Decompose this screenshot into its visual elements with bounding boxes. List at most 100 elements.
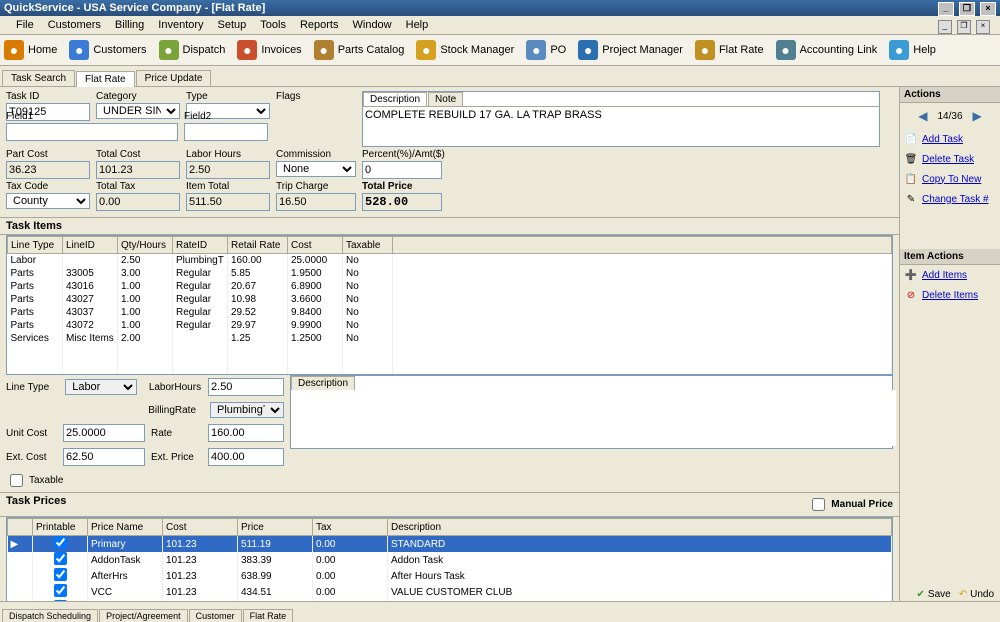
table-row[interactable] bbox=[8, 345, 892, 358]
col-header[interactable]: Tax bbox=[313, 519, 388, 536]
printable-checkbox[interactable] bbox=[54, 552, 67, 565]
change-task-link[interactable]: ✎Change Task # bbox=[900, 189, 1000, 209]
menu-inventory[interactable]: Inventory bbox=[158, 19, 203, 31]
desc-tab[interactable]: Description bbox=[363, 92, 427, 106]
customers-icon: ● bbox=[69, 40, 89, 60]
app-title: QuickService - USA Service Company - [Fl… bbox=[4, 0, 265, 16]
add-items-link[interactable]: ➕Add Items bbox=[900, 265, 1000, 285]
menu-reports[interactable]: Reports bbox=[300, 19, 339, 31]
line-type-select[interactable]: Labor bbox=[65, 379, 137, 395]
printable-checkbox[interactable] bbox=[54, 568, 67, 581]
add-task-link[interactable]: 📄Add Task bbox=[900, 129, 1000, 149]
price-row[interactable]: AddonTask101.23383.390.00Addon Task bbox=[8, 552, 892, 568]
price-row[interactable]: ▶Primary101.23511.190.00STANDARD bbox=[8, 536, 892, 553]
undo-button[interactable]: ↶Undo bbox=[959, 589, 994, 600]
minimize-icon[interactable]: _ bbox=[938, 2, 954, 16]
table-row[interactable]: Labor2.50PlumbingT160.0025.0000No bbox=[8, 254, 892, 268]
toolbar-project-manager[interactable]: ●Project Manager bbox=[578, 40, 683, 60]
tax-code-select[interactable]: County bbox=[6, 193, 90, 209]
delete-items-link[interactable]: ⊘Delete Items bbox=[900, 285, 1000, 305]
toolbar-customers[interactable]: ●Customers bbox=[69, 40, 146, 60]
menu-file[interactable]: File bbox=[16, 19, 34, 31]
close-icon[interactable]: × bbox=[980, 2, 996, 16]
status-tab[interactable]: Flat Rate bbox=[243, 609, 294, 622]
flags-label: Flags bbox=[276, 91, 356, 102]
prev-task-icon[interactable]: ◀ bbox=[918, 109, 927, 123]
col-header[interactable]: Cost bbox=[163, 519, 238, 536]
unit-cost-input[interactable] bbox=[63, 424, 145, 442]
toolbar-help[interactable]: ●Help bbox=[889, 40, 936, 60]
note-tab[interactable]: Note bbox=[428, 92, 463, 106]
table-row[interactable] bbox=[8, 358, 892, 371]
description-textarea[interactable]: COMPLETE REBUILD 17 GA. LA TRAP BRASS bbox=[363, 107, 879, 141]
task-items-grid[interactable]: Line TypeLineIDQty/HoursRateIDRetail Rat… bbox=[6, 235, 893, 375]
add-items-icon: ➕ bbox=[904, 268, 918, 282]
menu-help[interactable]: Help bbox=[406, 19, 429, 31]
detail-labor-hours-label: LaborHours bbox=[149, 382, 202, 393]
billing-rate-select[interactable]: PlumbingT bbox=[210, 402, 284, 418]
trip-charge-input bbox=[276, 193, 356, 211]
toolbar-accounting-link[interactable]: ●Accounting Link bbox=[776, 40, 878, 60]
col-header[interactable] bbox=[8, 519, 33, 536]
col-header[interactable]: Retail Rate bbox=[228, 237, 288, 254]
col-header[interactable]: Printable bbox=[33, 519, 88, 536]
commission-select[interactable]: None bbox=[276, 161, 356, 177]
col-header[interactable]: Line Type bbox=[8, 237, 63, 254]
item-desc-textarea[interactable] bbox=[291, 390, 896, 446]
menu-window[interactable]: Window bbox=[353, 19, 392, 31]
tab-task-search[interactable]: Task Search bbox=[2, 70, 75, 86]
tab-price-update[interactable]: Price Update bbox=[136, 70, 212, 86]
detail-labor-hours-input[interactable] bbox=[208, 378, 284, 396]
table-row[interactable]: Parts430161.00Regular20.676.8900No bbox=[8, 280, 892, 293]
col-header[interactable]: Price Name bbox=[88, 519, 163, 536]
pct-amt-input[interactable] bbox=[362, 161, 442, 179]
mdi-restore-icon[interactable]: ❐ bbox=[957, 20, 971, 34]
next-task-icon[interactable]: ▶ bbox=[973, 109, 982, 123]
manual-price-checkbox[interactable] bbox=[812, 498, 825, 511]
col-header[interactable]: Taxable bbox=[343, 237, 393, 254]
pct-amt-label: Percent(%)/Amt($) bbox=[362, 149, 442, 160]
status-tab[interactable]: Dispatch Scheduling bbox=[2, 609, 98, 622]
stock-manager-icon: ● bbox=[416, 40, 436, 60]
toolbar-parts-catalog[interactable]: ●Parts Catalog bbox=[314, 40, 405, 60]
restore-icon[interactable]: ❐ bbox=[959, 2, 975, 16]
mdi-minimize-icon[interactable]: _ bbox=[938, 20, 952, 34]
status-tab[interactable]: Project/Agreement bbox=[99, 609, 188, 622]
col-header[interactable]: Cost bbox=[288, 237, 343, 254]
table-row[interactable]: Parts430371.00Regular29.529.8400No bbox=[8, 306, 892, 319]
toolbar-flat-rate[interactable]: ●Flat Rate bbox=[695, 40, 764, 60]
toolbar-dispatch[interactable]: ●Dispatch bbox=[159, 40, 226, 60]
mdi-close-icon[interactable]: × bbox=[976, 20, 990, 34]
toolbar-home[interactable]: ●Home bbox=[4, 40, 57, 60]
price-row[interactable]: AfterHrs101.23638.990.00After Hours Task bbox=[8, 568, 892, 584]
col-header[interactable]: RateID bbox=[173, 237, 228, 254]
printable-checkbox[interactable] bbox=[54, 536, 67, 549]
menu-setup[interactable]: Setup bbox=[218, 19, 247, 31]
col-header[interactable]: LineID bbox=[63, 237, 118, 254]
tab-flat-rate[interactable]: Flat Rate bbox=[76, 71, 135, 87]
copy-to-new-link[interactable]: 📋Copy To New bbox=[900, 169, 1000, 189]
col-header[interactable]: Description bbox=[388, 519, 892, 536]
field1-input[interactable] bbox=[6, 123, 178, 141]
item-desc-tab[interactable]: Description bbox=[291, 376, 355, 390]
col-header[interactable]: Price bbox=[238, 519, 313, 536]
printable-checkbox[interactable] bbox=[54, 584, 67, 597]
delete-task-link[interactable]: 🗑Delete Task bbox=[900, 149, 1000, 169]
table-row[interactable]: Parts430721.00Regular29.979.9900No bbox=[8, 319, 892, 332]
toolbar-stock-manager[interactable]: ●Stock Manager bbox=[416, 40, 514, 60]
toolbar-po[interactable]: ●PO bbox=[526, 40, 566, 60]
table-row[interactable]: Parts330053.00Regular5.851.9500No bbox=[8, 267, 892, 280]
status-tab[interactable]: Customer bbox=[189, 609, 242, 622]
table-row[interactable]: Parts430271.00Regular10.983.6600No bbox=[8, 293, 892, 306]
col-header[interactable]: Qty/Hours bbox=[118, 237, 173, 254]
help-icon: ● bbox=[889, 40, 909, 60]
menu-tools[interactable]: Tools bbox=[260, 19, 286, 31]
save-button[interactable]: ✔Save bbox=[917, 589, 951, 600]
menu-customers[interactable]: Customers bbox=[48, 19, 101, 31]
menu-billing[interactable]: Billing bbox=[115, 19, 144, 31]
toolbar-invoices[interactable]: ●Invoices bbox=[237, 40, 301, 60]
price-row[interactable]: VCC101.23434.510.00VALUE CUSTOMER CLUB bbox=[8, 584, 892, 600]
table-row[interactable]: ServicesMisc Items2.001.251.2500No bbox=[8, 332, 892, 345]
field2-input[interactable] bbox=[184, 123, 268, 141]
taxable-checkbox[interactable] bbox=[10, 474, 23, 487]
